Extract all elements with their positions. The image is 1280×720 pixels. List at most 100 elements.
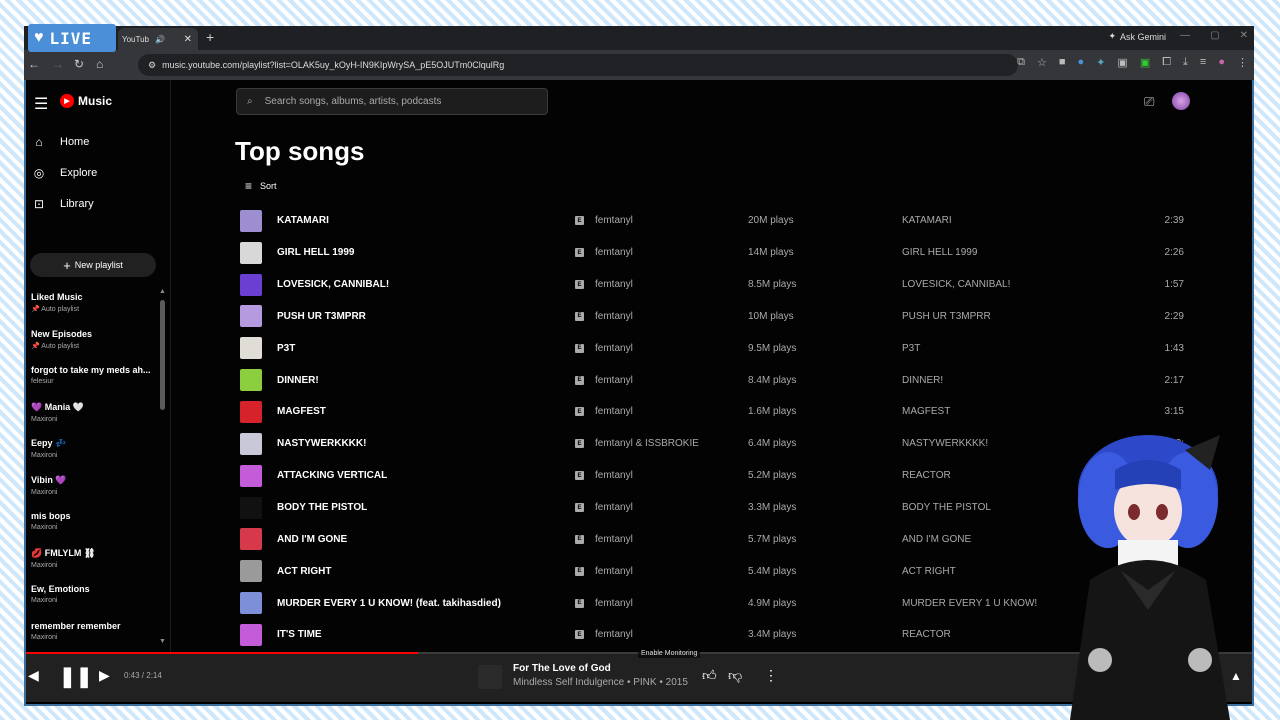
song-title[interactable]: BODY THE PISTOL: [277, 502, 367, 513]
table-row[interactable]: KATAMARI Efemtanyl 20M plays KATAMARI 2:39: [236, 205, 1186, 237]
song-title[interactable]: AND I'M GONE: [277, 534, 347, 545]
song-artist[interactable]: femtanyl: [595, 566, 633, 577]
song-title[interactable]: MURDER EVERY 1 U KNOW! (feat. takihasdie…: [277, 598, 501, 609]
song-title[interactable]: P3T: [277, 343, 295, 354]
song-thumbnail[interactable]: [240, 623, 262, 646]
download-icon[interactable]: ⤓: [1183, 56, 1188, 69]
song-thumbnail[interactable]: [240, 496, 262, 519]
playlist-item[interactable]: 💋 FMLYLM ⛓ Maxironi: [31, 548, 156, 585]
cast-icon[interactable]: ⎚: [1144, 94, 1154, 110]
sort-button[interactable]: ≡ Sort: [245, 179, 277, 193]
forward-icon[interactable]: →: [52, 57, 64, 71]
playlist-item[interactable]: Eepy 💤 Maxironi: [31, 438, 156, 475]
scroll-down-icon[interactable]: ▼: [159, 638, 166, 645]
pause-icon[interactable]: ❚❚: [59, 664, 93, 689]
song-album[interactable]: REACTOR: [902, 470, 951, 481]
table-row[interactable]: AND I'M GONE Efemtanyl 5.7M plays AND I'M G…: [236, 523, 1186, 555]
song-album[interactable]: REACTOR: [902, 629, 951, 640]
song-album[interactable]: NASTYWERKKKK!: [902, 438, 988, 449]
thumbs-down-icon[interactable]: 👎︎: [728, 667, 742, 684]
install-icon[interactable]: ⧉: [1017, 56, 1025, 69]
avatar[interactable]: [1172, 92, 1190, 110]
song-thumbnail[interactable]: [240, 369, 262, 392]
song-artist[interactable]: femtanyl: [595, 311, 633, 322]
menu-icon[interactable]: ⋮: [1237, 56, 1248, 69]
song-artist[interactable]: femtanyl: [595, 247, 633, 258]
more-options-icon[interactable]: ⋮: [764, 667, 778, 684]
song-album[interactable]: PUSH UR T3MPRR: [902, 311, 991, 322]
extension-icon[interactable]: ■: [1059, 56, 1066, 69]
playlist-item[interactable]: mis bops Maxironi: [31, 511, 156, 548]
song-artist[interactable]: femtanyl: [595, 406, 633, 417]
table-row[interactable]: IT'S TIMEEfemtanyl3.4M playsREACTOR:08: [236, 619, 1186, 651]
browser-tab[interactable]: YouTub 🔊 ✕: [118, 28, 198, 50]
song-album[interactable]: MAGFEST: [902, 406, 950, 417]
table-row[interactable]: ACT RIGHT Efemtanyl 5.4M plays ACT RIGHT: [236, 555, 1186, 587]
song-album[interactable]: MURDER EVERY 1 U KNOW!: [902, 598, 1037, 609]
playlist-item[interactable]: Vibin 💜 Maxironi: [31, 475, 156, 512]
playlist-item[interactable]: remember remember Maxironi: [31, 621, 156, 653]
song-title[interactable]: ATTACKING VERTICAL: [277, 470, 387, 481]
song-title[interactable]: NASTYWERKKKK!: [277, 438, 366, 449]
song-thumbnail[interactable]: [240, 400, 262, 423]
song-artist[interactable]: femtanyl: [595, 375, 633, 386]
now-playing-subtitle[interactable]: Mindless Self Indulgence • PINK • 2015: [513, 677, 688, 688]
song-thumbnail[interactable]: [240, 592, 262, 615]
now-playing-title[interactable]: For The Love of God: [513, 663, 611, 674]
bookmark-icon[interactable]: ☆: [1037, 56, 1047, 69]
sidebar-scrollbar[interactable]: ▲ ▼: [159, 288, 166, 648]
song-album[interactable]: GIRL HELL 1999: [902, 247, 977, 258]
sidebar-item-home[interactable]: ⌂ Home: [32, 135, 89, 149]
extension-icon[interactable]: ▣: [1140, 56, 1150, 69]
home-browser-icon[interactable]: ⌂: [96, 57, 103, 71]
song-thumbnail[interactable]: [240, 241, 262, 264]
song-album[interactable]: KATAMARI: [902, 215, 952, 226]
table-row[interactable]: MURDER EVERY 1 U KNOW! (feat. takihasdie…: [236, 587, 1186, 619]
song-album[interactable]: DINNER!: [902, 375, 943, 386]
new-playlist-button[interactable]: + New playlist: [30, 253, 156, 277]
extension-icon[interactable]: ●: [1078, 56, 1085, 69]
song-title[interactable]: PUSH UR T3MPRR: [277, 311, 366, 322]
song-thumbnail[interactable]: [240, 209, 262, 232]
thumbs-up-icon[interactable]: 👍︎: [702, 667, 717, 684]
song-artist[interactable]: femtanyl: [595, 598, 633, 609]
hamburger-menu-icon[interactable]: ☰: [34, 94, 48, 114]
song-artist[interactable]: femtanyl: [595, 502, 633, 513]
song-album[interactable]: P3T: [902, 343, 920, 354]
sidebar-item-library[interactable]: ⊡ Library: [32, 197, 94, 211]
close-window-icon[interactable]: ✕: [1240, 30, 1248, 41]
song-thumbnail[interactable]: [240, 273, 262, 296]
playlist-item[interactable]: Liked Music 📌 Auto playlist: [31, 292, 156, 329]
song-thumbnail[interactable]: [240, 464, 262, 487]
table-row[interactable]: LOVESICK, CANNIBAL! Efemtanyl 8.5M plays LO…: [236, 269, 1186, 301]
new-tab-button[interactable]: +: [206, 29, 214, 45]
song-album[interactable]: LOVESICK, CANNIBAL!: [902, 279, 1010, 290]
table-row[interactable]: DINNER! Efemtanyl 8.4M plays DINNER! 2:17: [236, 364, 1186, 396]
song-title[interactable]: ACT RIGHT: [277, 566, 331, 577]
search-input[interactable]: ⌕ Search songs, albums, artists, podcast…: [236, 88, 548, 115]
song-thumbnail[interactable]: [240, 560, 262, 583]
song-artist[interactable]: femtanyl: [595, 470, 633, 481]
song-title[interactable]: GIRL HELL 1999: [277, 247, 354, 258]
song-title[interactable]: KATAMARI: [277, 215, 329, 226]
table-row[interactable]: MAGFEST Efemtanyl 1.6M plays MAGFEST 3:15: [236, 396, 1186, 428]
media-icon[interactable]: ≡: [1200, 56, 1206, 69]
song-title[interactable]: DINNER!: [277, 375, 319, 386]
playlist-item[interactable]: New Episodes 📌 Auto playlist: [31, 329, 156, 366]
extension-icon[interactable]: ▣: [1117, 56, 1127, 69]
minimize-icon[interactable]: —: [1180, 30, 1190, 41]
sidebar-item-explore[interactable]: ◎ Explore: [32, 166, 98, 180]
song-title[interactable]: MAGFEST: [277, 406, 326, 417]
scrollbar-thumb[interactable]: [160, 300, 165, 410]
now-playing-thumbnail[interactable]: [478, 665, 502, 689]
song-thumbnail[interactable]: [240, 528, 262, 551]
song-album[interactable]: BODY THE PISTOL: [902, 502, 991, 513]
song-album[interactable]: ACT RIGHT: [902, 566, 956, 577]
table-row[interactable]: BODY THE PISTOL Efemtanyl 3.3M plays BODY T…: [236, 492, 1186, 524]
profile-icon[interactable]: ●: [1218, 56, 1225, 69]
table-row[interactable]: P3T Efemtanyl 9.5M plays P3T 1:43: [236, 332, 1186, 364]
table-row[interactable]: NASTYWERKKKK! Efemtanyl & ISSBROKIE 6.4M p…: [236, 428, 1186, 460]
back-icon[interactable]: ←: [28, 57, 40, 71]
table-row[interactable]: PUSH UR T3MPRR Efemtanyl 10M plays PUSH UR …: [236, 301, 1186, 333]
song-thumbnail[interactable]: [240, 305, 262, 328]
